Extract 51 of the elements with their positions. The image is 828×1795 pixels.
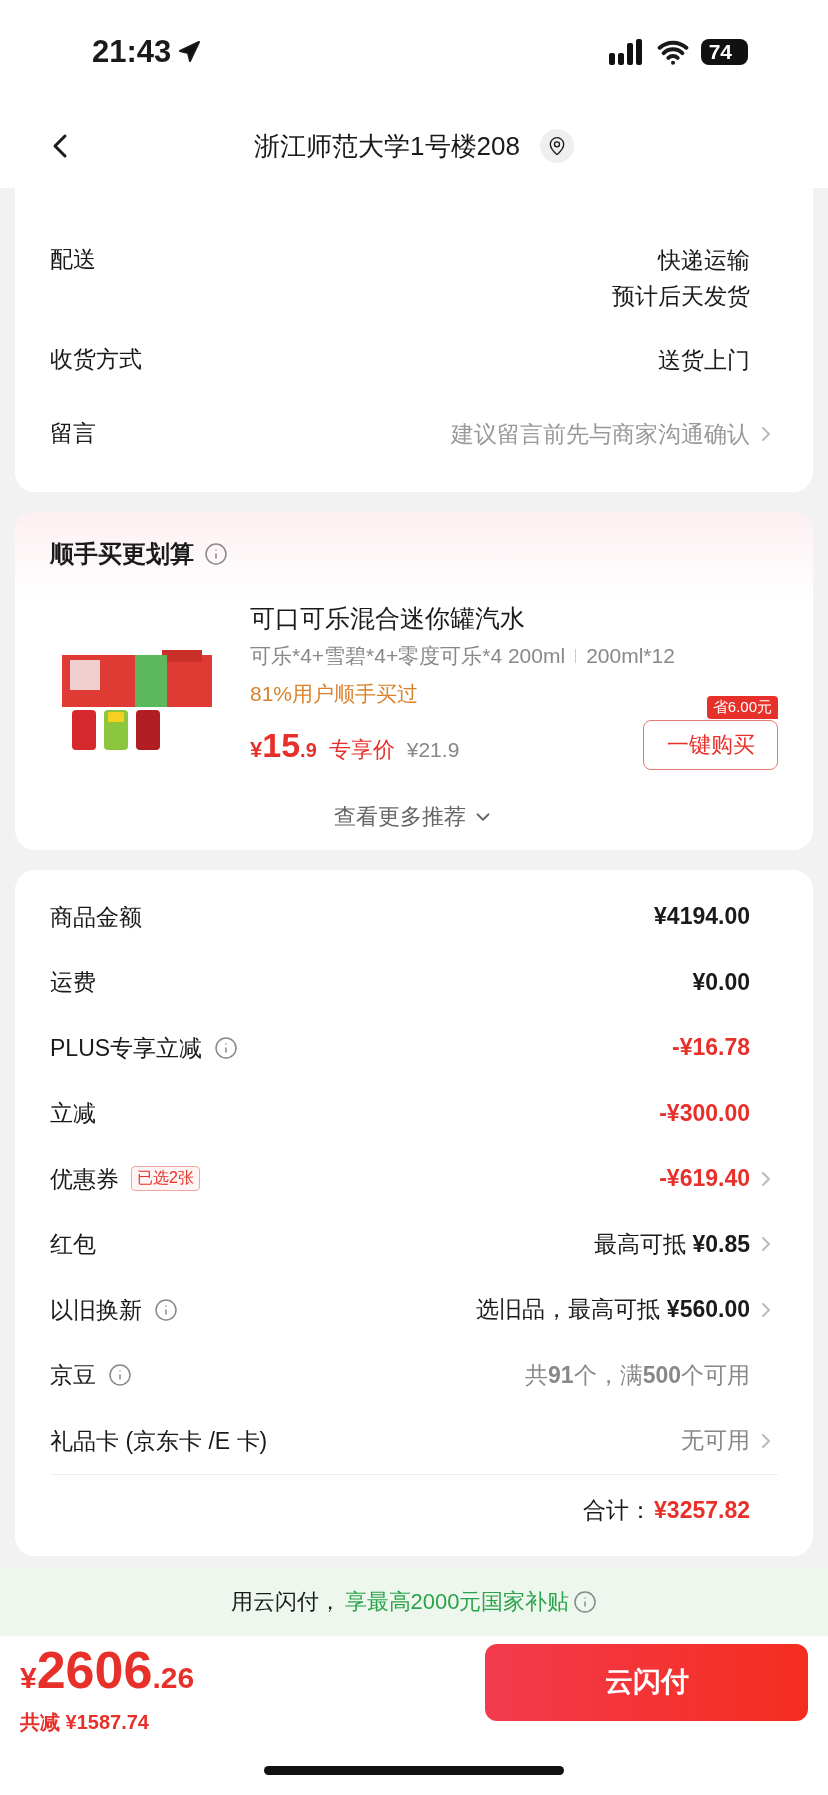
summary-value: -¥16.78 (672, 1034, 750, 1062)
summary-value: ¥0.00 (692, 968, 750, 996)
summary-label: 礼品卡 (京东卡 /E 卡) (50, 1426, 268, 1456)
price-label: 专享价 (328, 736, 395, 764)
summary-value: 无可用 (681, 1426, 750, 1456)
status-time: 21:43 (92, 34, 202, 70)
signal-icon (608, 39, 645, 65)
summary-value: 共91个，满500个可用 (525, 1360, 750, 1390)
summary-label: 立减 (50, 1099, 96, 1129)
location-arrow-icon (177, 40, 202, 64)
summary-label: 运费 (50, 968, 96, 998)
purchase-stat: 81%用户顺手买过 (250, 681, 419, 707)
product-spec: 可乐*4+雪碧*4+零度可乐*4 200ml (250, 643, 566, 669)
info-value: 建议留言前先与商家沟通确认 (451, 420, 750, 449)
summary-label: 京豆 (50, 1361, 96, 1391)
summary-value: 最高可抵 ¥0.85 (594, 1229, 750, 1259)
summary-value: ¥4194.00 (654, 903, 750, 931)
info-value: 快递运输 (658, 246, 750, 275)
info-label: 收货方式 (50, 345, 142, 374)
info-label: 留言 (50, 419, 96, 448)
subsidy-text: 享最高2000元国家补贴 (344, 1587, 570, 1616)
summary-value: 选旧品，最高可抵 ¥560.00 (476, 1295, 750, 1325)
banner-text: 用云闪付， (230, 1587, 341, 1616)
total-value: ¥3257.82 (654, 1496, 750, 1524)
product-price: ¥15.9 (250, 726, 317, 765)
pay-button[interactable]: 云闪付 (485, 1643, 808, 1721)
info-label: 配送 (50, 245, 96, 274)
info-value: 送货上门 (658, 346, 750, 375)
product-size: 200ml*12 (586, 644, 675, 668)
info-icon (204, 542, 228, 566)
battery-level: 74 (700, 39, 748, 65)
summary-label: 优惠券 (50, 1164, 119, 1194)
total-label: 合计： (583, 1495, 653, 1525)
pay-amount: ¥2606.26 (20, 1643, 195, 1701)
product-name: 可口可乐混合迷你罐汽水 (250, 603, 526, 634)
saved-amount: 共减 ¥1587.74 (20, 1709, 150, 1735)
summary-value: -¥619.40 (659, 1165, 750, 1193)
summary-label: 红包 (50, 1230, 96, 1260)
address-title: 浙江师范大学1号楼208 (254, 129, 520, 163)
summary-label: PLUS专享立减 (50, 1033, 203, 1063)
summary-label: 以旧换新 (50, 1295, 142, 1325)
original-price: ¥21.9 (406, 738, 460, 762)
savings-badge: 省6.00元 (706, 696, 778, 719)
info-value: 预计后天发货 (612, 282, 750, 311)
location-pin-button[interactable] (539, 129, 574, 163)
section-title: 顺手买更划算 (50, 539, 194, 569)
summary-label: 商品金额 (50, 902, 142, 932)
summary-value: -¥300.00 (659, 1099, 750, 1127)
coupon-tag: 已选2张 (131, 1166, 200, 1192)
more-link[interactable]: 查看更多推荐 (334, 802, 466, 832)
buy-button[interactable]: 一键购买 (643, 720, 778, 770)
